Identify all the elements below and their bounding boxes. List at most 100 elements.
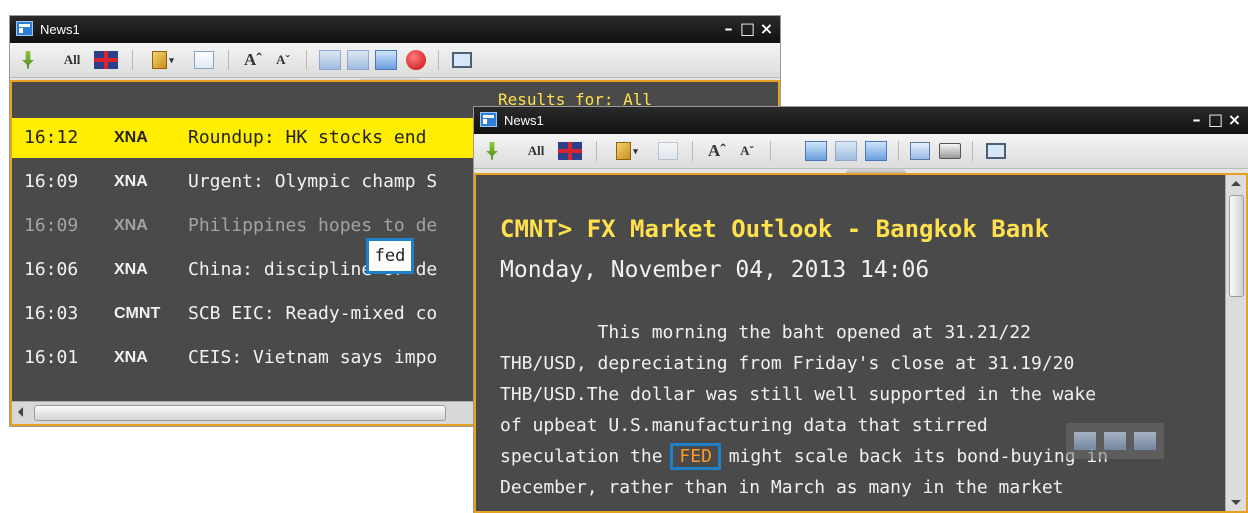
minimize-button[interactable]: –: [1189, 110, 1204, 130]
app-icon: [16, 21, 33, 36]
printer-icon: [939, 143, 961, 159]
scroll-up-icon[interactable]: [1231, 181, 1241, 186]
title-bar[interactable]: News1 – □ ×: [10, 16, 780, 43]
font-increase-button[interactable]: Aˆ: [242, 49, 264, 71]
toolbar: All ▾ Aˆ Aˇ: [10, 43, 780, 78]
monitor-button[interactable]: [984, 140, 1008, 162]
monitor-icon: [986, 143, 1006, 159]
row-time: 16:01: [24, 347, 79, 368]
article: CMNT> FX Market Outlook - Bangkok Bank M…: [500, 215, 1200, 503]
flag-icon: [94, 51, 118, 69]
region-filter-button[interactable]: [92, 49, 120, 71]
pin-icon: [486, 142, 498, 160]
scroll-left-icon[interactable]: [18, 407, 23, 417]
article-dateline: Monday, November 04, 2013 14:06: [500, 257, 930, 283]
article-text: speculation the: [500, 446, 674, 467]
app-icon: [480, 112, 497, 127]
article-pane: CMNT> FX Market Outlook - Bangkok Bank M…: [474, 173, 1248, 513]
article-line: December, rather than in March as many i…: [500, 477, 1064, 498]
copy-button[interactable]: [908, 140, 932, 162]
article-text: might scale back its bond-buying in: [717, 446, 1109, 467]
next-page-icon[interactable]: [1134, 432, 1156, 450]
previous-page-button[interactable]: [834, 140, 858, 162]
row-headline: Philippines hopes to de: [188, 215, 438, 236]
monitor-icon: [452, 52, 472, 68]
scroll-down-icon[interactable]: [1231, 500, 1241, 505]
flag-icon: [558, 142, 582, 160]
close-button[interactable]: ×: [1227, 110, 1242, 130]
previous-page-icon: [347, 50, 369, 70]
copy-icon: [910, 142, 930, 160]
notes-icon: [658, 142, 678, 160]
next-page-button[interactable]: [374, 49, 398, 71]
print-button[interactable]: [938, 140, 962, 162]
document-menu-button[interactable]: ▾: [610, 140, 644, 162]
row-time: 16:12: [24, 127, 79, 148]
row-time: 16:06: [24, 259, 79, 280]
chevron-down-icon: ▾: [633, 145, 638, 156]
vertical-scrollbar[interactable]: [1225, 175, 1246, 511]
document-icon: [152, 51, 168, 69]
search-term-tooltip: fed: [366, 238, 414, 274]
floating-navigation: [1066, 423, 1164, 459]
document-icon: [616, 142, 632, 160]
row-headline: CEIS: Vietnam says impo: [188, 347, 438, 368]
notes-button[interactable]: [192, 49, 216, 71]
title-bar[interactable]: News1 – □ ×: [474, 107, 1248, 134]
close-button[interactable]: ×: [759, 19, 774, 39]
font-decrease-button[interactable]: Aˇ: [272, 49, 294, 71]
next-page-button[interactable]: [864, 140, 888, 162]
next-page-icon: [865, 141, 887, 161]
row-source: XNA: [114, 349, 148, 366]
toolbar: All ▾ Aˆ Aˇ: [474, 134, 1248, 169]
pin-button[interactable]: [484, 140, 500, 162]
notes-button[interactable]: [656, 140, 680, 162]
previous-page-button[interactable]: [346, 49, 370, 71]
stop-button[interactable]: [404, 49, 428, 71]
search-highlight: FED: [670, 443, 721, 470]
all-button[interactable]: All: [524, 140, 548, 162]
pin-icon: [22, 51, 34, 69]
minimize-button[interactable]: –: [721, 19, 736, 39]
article-line: THB/USD, depreciating from Friday's clos…: [500, 353, 1075, 374]
pin-button[interactable]: [20, 49, 36, 71]
row-time: 16:03: [24, 303, 79, 324]
stop-icon: [406, 50, 426, 70]
news-window-2: News1 – □ × All ▾ Aˆ Aˇ CMNT> FX Market …: [474, 107, 1248, 513]
first-page-icon: [805, 141, 827, 161]
row-source: XNA: [114, 217, 148, 234]
next-page-icon: [375, 50, 397, 70]
row-time: 16:09: [24, 171, 79, 192]
article-headline: CMNT> FX Market Outlook - Bangkok Bank: [500, 215, 1050, 243]
article-body: This morning the baht opened at 31.21/22…: [500, 317, 1200, 503]
maximize-button[interactable]: □: [740, 19, 755, 39]
article-line: THB/USD.The dollar was still well suppor…: [500, 384, 1097, 405]
row-headline: Roundup: HK stocks end: [188, 127, 427, 148]
previous-page-icon: [835, 141, 857, 161]
font-increase-button[interactable]: Aˆ: [706, 140, 728, 162]
notes-icon: [194, 51, 214, 69]
first-page-icon: [319, 50, 341, 70]
row-time: 16:09: [24, 215, 79, 236]
row-source: XNA: [114, 173, 148, 190]
monitor-button[interactable]: [450, 49, 474, 71]
scrollbar-thumb[interactable]: [34, 405, 446, 421]
all-button[interactable]: All: [60, 49, 84, 71]
window-title: News1: [40, 22, 80, 37]
maximize-button[interactable]: □: [1208, 110, 1223, 130]
window-title: News1: [504, 113, 544, 128]
row-source: CMNT: [114, 305, 161, 322]
row-headline: SCB EIC: Ready-mixed co: [188, 303, 438, 324]
article-line: This morning the baht opened at 31.21/22: [500, 322, 1032, 343]
document-menu-button[interactable]: ▾: [146, 49, 180, 71]
font-decrease-button[interactable]: Aˇ: [736, 140, 758, 162]
chevron-down-icon: ▾: [169, 54, 174, 65]
first-page-icon[interactable]: [1074, 432, 1096, 450]
row-source: XNA: [114, 129, 148, 146]
first-page-button[interactable]: [318, 49, 342, 71]
scrollbar-thumb[interactable]: [1229, 195, 1244, 297]
region-filter-button[interactable]: [556, 140, 584, 162]
row-source: XNA: [114, 261, 148, 278]
previous-page-icon[interactable]: [1104, 432, 1126, 450]
first-page-button[interactable]: [804, 140, 828, 162]
